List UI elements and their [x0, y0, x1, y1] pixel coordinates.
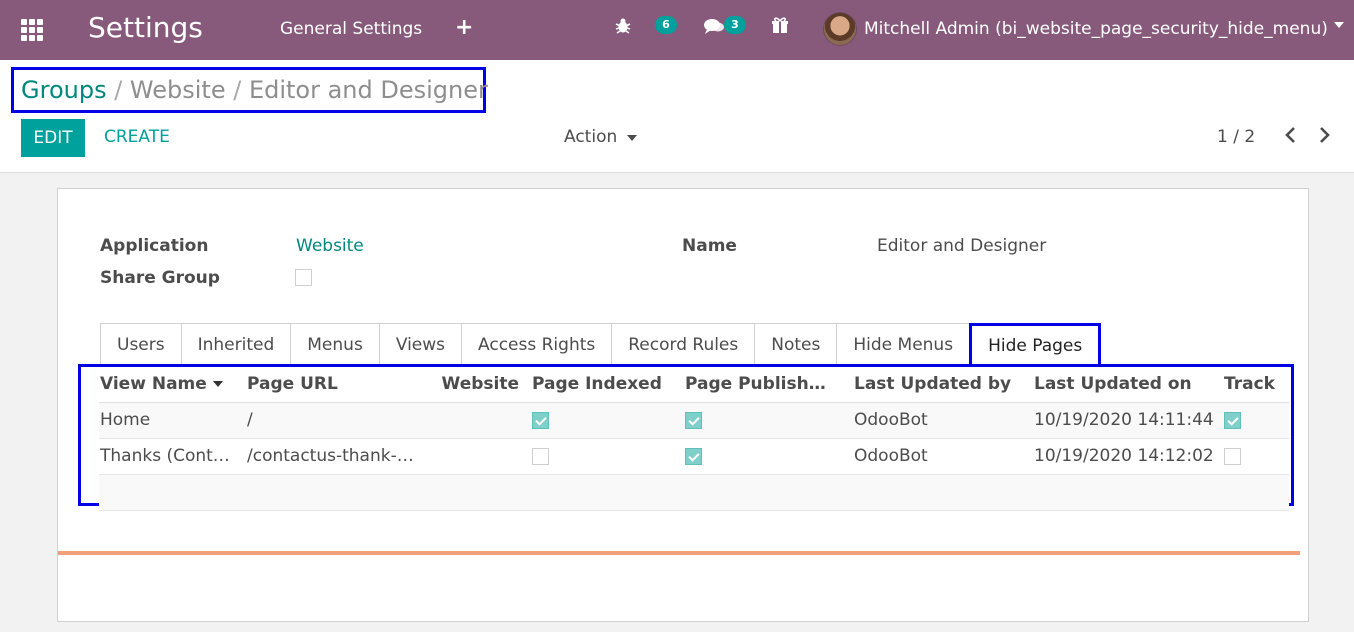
name-value[interactable]: Editor and Designer — [877, 236, 1046, 256]
cell-track[interactable] — [1223, 438, 1289, 475]
column-header-view-name[interactable]: View Name — [99, 366, 246, 403]
application-value-link[interactable]: Website — [296, 236, 364, 256]
bug-icon[interactable] — [614, 17, 632, 40]
tab-access-rights[interactable]: Access Rights — [461, 323, 613, 365]
avatar[interactable] — [823, 12, 857, 46]
tab-views[interactable]: Views — [378, 323, 463, 365]
breadcrumb: Groups / Website / Editor and Designer — [21, 76, 488, 104]
share-group-label: Share Group — [100, 268, 220, 288]
caret-down-icon[interactable] — [1334, 22, 1344, 28]
chevron-right-icon[interactable] — [1318, 124, 1332, 152]
cell-website[interactable] — [430, 402, 531, 439]
breadcrumb-separator: / — [225, 76, 249, 104]
breadcrumb-separator: / — [106, 76, 130, 104]
column-header-page-published[interactable]: Page Publish… — [684, 366, 853, 403]
cell-page-url[interactable]: /contactus-thank-… — [246, 438, 430, 475]
name-label: Name — [682, 236, 737, 256]
table-header-row: View Name Page URL Website Page Indexed … — [99, 366, 1289, 403]
tab-hide-menus[interactable]: Hide Menus — [836, 323, 971, 365]
column-header-page-url[interactable]: Page URL — [246, 366, 430, 403]
table-row[interactable]: Home / OdooBot 10/19/2020 14:11:44 — [99, 402, 1289, 439]
breadcrumb-website: Website — [129, 76, 226, 104]
checkbox-icon[interactable] — [532, 447, 549, 465]
hide-pages-table: View Name Page URL Website Page Indexed … — [99, 366, 1289, 511]
tab-inherited[interactable]: Inherited — [180, 323, 292, 365]
chat-icon[interactable] — [704, 17, 724, 40]
cell-page-indexed[interactable] — [531, 402, 684, 439]
cell-page-published[interactable] — [684, 438, 853, 475]
cell-track[interactable] — [1223, 402, 1289, 439]
tab-hide-pages[interactable]: Hide Pages — [969, 323, 1102, 365]
notebook-tabs: Users Inherited Menus Views Access Right… — [100, 323, 1270, 365]
cell-view-name[interactable]: Thanks (Cont… — [99, 438, 246, 475]
checkbox-icon[interactable] — [685, 411, 702, 429]
tab-menus[interactable]: Menus — [290, 323, 380, 365]
menu-general-settings[interactable]: General Settings — [280, 19, 422, 39]
cell-page-published[interactable] — [684, 402, 853, 439]
cell-website[interactable] — [430, 438, 531, 475]
user-menu-name[interactable]: Mitchell Admin (bi_website_page_security… — [864, 19, 1328, 39]
plus-icon[interactable]: + — [455, 15, 473, 40]
breadcrumb-current: Editor and Designer — [248, 76, 488, 104]
table-row[interactable]: Thanks (Cont… /contactus-thank-… OdooBot… — [99, 438, 1289, 475]
gift-icon[interactable] — [771, 16, 789, 39]
sort-caret-icon — [212, 380, 223, 387]
edit-button[interactable]: EDIT — [21, 119, 85, 157]
cell-page-url[interactable]: / — [246, 402, 430, 439]
checkbox-icon[interactable] — [1224, 447, 1241, 465]
checkbox-icon[interactable] — [685, 447, 702, 465]
column-header-website[interactable]: Website — [430, 366, 531, 403]
empty-row — [99, 474, 1289, 511]
checkbox-icon[interactable] — [1224, 411, 1241, 429]
checkbox-icon[interactable] — [532, 411, 549, 429]
create-button[interactable]: CREATE — [104, 127, 170, 147]
application-label: Application — [100, 236, 209, 256]
bug-count-badge: 6 — [655, 16, 677, 34]
form-sheet: Application Website Share Group Name Edi… — [57, 188, 1309, 622]
cell-updated-by[interactable]: OdooBot — [853, 402, 1033, 439]
chat-count-badge: 3 — [724, 16, 746, 34]
column-header-last-updated-on[interactable]: Last Updated on — [1033, 366, 1223, 403]
column-header-label: View Name — [100, 373, 207, 394]
control-panel: Groups / Website / Editor and Designer E… — [0, 60, 1354, 173]
app-title: Settings — [88, 11, 203, 44]
breadcrumb-groups[interactable]: Groups — [21, 76, 107, 104]
action-dropdown[interactable]: Action — [564, 127, 617, 147]
column-header-track[interactable]: Track — [1223, 366, 1289, 403]
empty-cell — [99, 474, 1289, 511]
tab-record-rules[interactable]: Record Rules — [611, 323, 756, 365]
cell-updated-on[interactable]: 10/19/2020 14:12:02 — [1033, 438, 1223, 475]
cell-updated-by[interactable]: OdooBot — [853, 438, 1033, 475]
chevron-left-icon[interactable] — [1283, 124, 1297, 152]
caret-down-icon[interactable] — [627, 135, 637, 141]
pager-value[interactable]: 1 / 2 — [1217, 127, 1255, 147]
tab-users[interactable]: Users — [100, 323, 182, 365]
column-header-page-indexed[interactable]: Page Indexed — [531, 366, 684, 403]
cell-page-indexed[interactable] — [531, 438, 684, 475]
chatter-divider — [58, 551, 1300, 555]
top-navbar: Settings General Settings + 6 3 Mitchell… — [0, 0, 1354, 60]
share-group-checkbox[interactable] — [295, 269, 312, 286]
cell-updated-on[interactable]: 10/19/2020 14:11:44 — [1033, 402, 1223, 439]
apps-grid-icon[interactable] — [21, 19, 45, 41]
cell-view-name[interactable]: Home — [99, 402, 246, 439]
tab-notes[interactable]: Notes — [754, 323, 838, 365]
column-header-last-updated-by[interactable]: Last Updated by — [853, 366, 1033, 403]
